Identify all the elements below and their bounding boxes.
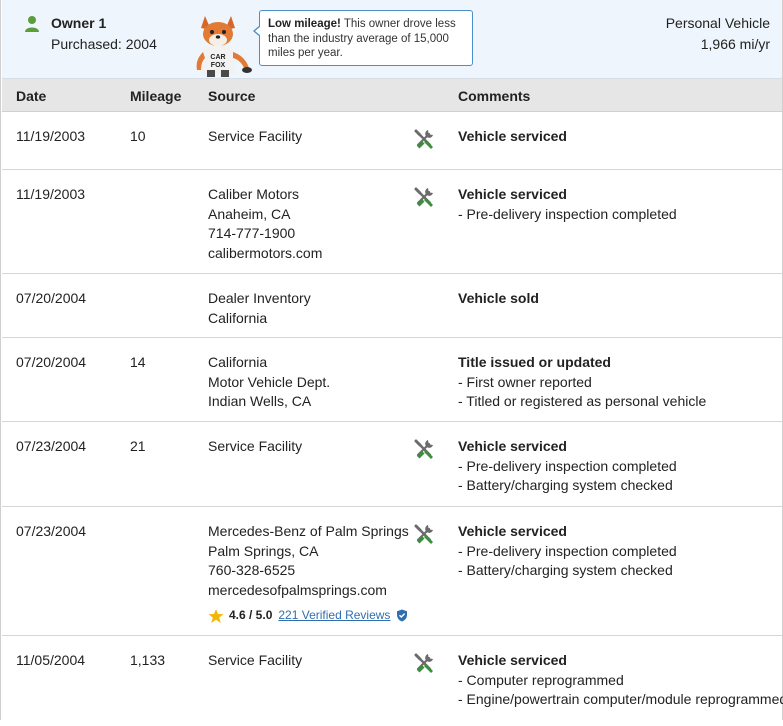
history-record-row: 07/20/2004 14 California Motor Vehicle Dept…	[2, 338, 782, 422]
history-record-row: 11/19/2003 10 Service Facility Vehicle serv…	[2, 112, 782, 170]
owner-name: Owner 1	[51, 15, 107, 31]
record-source: Service Facility	[208, 127, 302, 147]
wrench-screwdriver-icon	[413, 652, 435, 674]
wrench-screwdriver-icon	[413, 128, 435, 150]
star-icon	[208, 608, 224, 623]
source-line: California	[208, 354, 268, 370]
source-line: California	[208, 309, 268, 326]
comment-item: - Computer reprogrammed	[458, 671, 624, 688]
history-table-header: Date Mileage Source Comments	[2, 79, 782, 112]
shield-check-icon	[397, 609, 408, 622]
source-line: Mercedes-Benz of Palm Springs	[208, 523, 409, 539]
record-comments: Vehicle serviced - Pre-delivery inspectio…	[458, 185, 677, 224]
record-mileage: 1,133	[130, 652, 166, 668]
wrench-screwdriver-icon	[413, 186, 435, 208]
comment-item: - Battery/charging system checked	[458, 562, 673, 578]
record-comments: Vehicle serviced - Pre-delivery inspectio…	[458, 437, 677, 496]
rating-score: 4.6 / 5.0	[229, 608, 273, 622]
vehicle-history-panel: Owner 1 Purchased: 2004 CAR FOX Low mile…	[0, 0, 783, 720]
history-record-row: 07/20/2004 Dealer Inventory California Vehi…	[2, 274, 782, 338]
comment-title: Vehicle serviced	[458, 523, 567, 539]
record-mileage: 21	[130, 438, 146, 454]
record-comments: Vehicle serviced - Pre-delivery inspectio…	[458, 522, 677, 581]
record-date: 07/20/2004	[16, 290, 87, 306]
comment-title: Vehicle serviced	[458, 186, 567, 202]
source-line: Caliber Motors	[208, 186, 300, 202]
column-header-date: Date	[16, 88, 47, 104]
record-comments: Vehicle sold	[458, 289, 539, 309]
record-date: 07/23/2004	[16, 438, 87, 454]
comment-title: Title issued or updated	[458, 354, 611, 370]
comment-title: Vehicle serviced	[458, 438, 567, 454]
wrench-screwdriver-icon	[413, 438, 435, 460]
owner-header: Owner 1 Purchased: 2004 CAR FOX Low mile…	[2, 0, 782, 79]
record-date: 07/20/2004	[16, 354, 87, 370]
record-comments: Title issued or updated - First owner rep…	[458, 353, 706, 412]
column-header-comments: Comments	[458, 88, 531, 104]
dealer-rating: 4.6 / 5.0 221 Verified Reviews	[208, 606, 409, 626]
comment-item: - Pre-delivery inspection completed	[458, 542, 677, 559]
wrench-screwdriver-icon	[413, 523, 435, 545]
source-line: Palm Springs, CA	[208, 542, 319, 559]
history-record-row: 07/23/2004 Mercedes-Benz of Palm Springs P…	[2, 507, 782, 636]
record-mileage: 10	[130, 128, 146, 144]
comment-item: - Engine/powertrain computer/module repr…	[458, 691, 783, 707]
owner-purchased-year: Purchased: 2004	[51, 36, 157, 52]
source-line: Indian Wells, CA	[208, 393, 312, 409]
person-icon	[25, 16, 39, 32]
source-line: calibermotors.com	[208, 244, 323, 261]
source-line: Motor Vehicle Dept.	[208, 373, 331, 390]
record-source: Service Facility	[208, 651, 302, 671]
comment-item: - Titled or registered as personal vehic…	[458, 393, 707, 409]
record-date: 11/05/2004	[16, 652, 86, 668]
source-line: Anaheim, CA	[208, 205, 291, 222]
carfox-mascot-icon: CAR FOX	[196, 16, 252, 77]
record-source: Dealer Inventory California	[208, 289, 311, 328]
fox-shirt-line2: FOX	[211, 62, 226, 69]
record-date: 11/19/2003	[16, 186, 86, 202]
verified-reviews-link[interactable]: 221 Verified Reviews	[278, 606, 390, 626]
vehicle-use-type: Personal Vehicle	[665, 15, 770, 31]
record-mileage: 14	[130, 354, 146, 370]
history-record-row: 07/23/2004 21 Service Facility Vehicle serv…	[2, 422, 782, 507]
source-line: 760-328-6525	[208, 562, 296, 578]
column-header-mileage: Mileage	[130, 88, 182, 104]
record-source: California Motor Vehicle Dept. Indian Well…	[208, 353, 330, 412]
comment-item: - Battery/charging system checked	[458, 477, 673, 493]
comment-title: Vehicle sold	[458, 290, 539, 306]
tip-heading: Low mileage!	[268, 18, 341, 30]
comment-title: Vehicle serviced	[458, 652, 567, 668]
column-header-source: Source	[208, 88, 256, 104]
comment-item: - First owner reported	[458, 373, 592, 390]
comment-item: - Pre-delivery inspection completed	[458, 205, 677, 222]
record-comments: Vehicle serviced	[458, 127, 567, 147]
source-line: mercedesofpalmsprings.com	[208, 581, 387, 598]
source-line: Service Facility	[208, 438, 303, 454]
source-line: Service Facility	[208, 652, 303, 668]
record-source: Service Facility	[208, 437, 302, 457]
fox-shirt-line1: CAR	[210, 54, 225, 61]
record-source: Caliber Motors Anaheim, CA 714-777-1900 cal…	[208, 185, 322, 263]
record-source: Mercedes-Benz of Palm Springs Palm Spring…	[208, 522, 409, 626]
comment-item: - Pre-delivery inspection completed	[458, 457, 677, 474]
source-line: 714-777-1900	[208, 225, 296, 241]
record-comments: Vehicle serviced - Computer reprogrammed -…	[458, 651, 783, 710]
annual-mileage: 1,966 mi/yr	[700, 36, 770, 52]
history-record-row: 11/05/2004 1,133 Service Facility Vehicle s…	[2, 636, 783, 726]
source-line: Dealer Inventory	[208, 290, 311, 306]
history-record-row: 11/19/2003 Caliber Motors Anaheim, CA 714-7…	[2, 170, 782, 274]
low-mileage-tooltip: Low mileage! This owner drove less than …	[253, 10, 473, 66]
source-line: Service Facility	[208, 128, 303, 144]
record-date: 07/23/2004	[16, 523, 87, 539]
record-date: 11/19/2003	[16, 128, 86, 144]
comment-title: Vehicle serviced	[458, 128, 567, 144]
